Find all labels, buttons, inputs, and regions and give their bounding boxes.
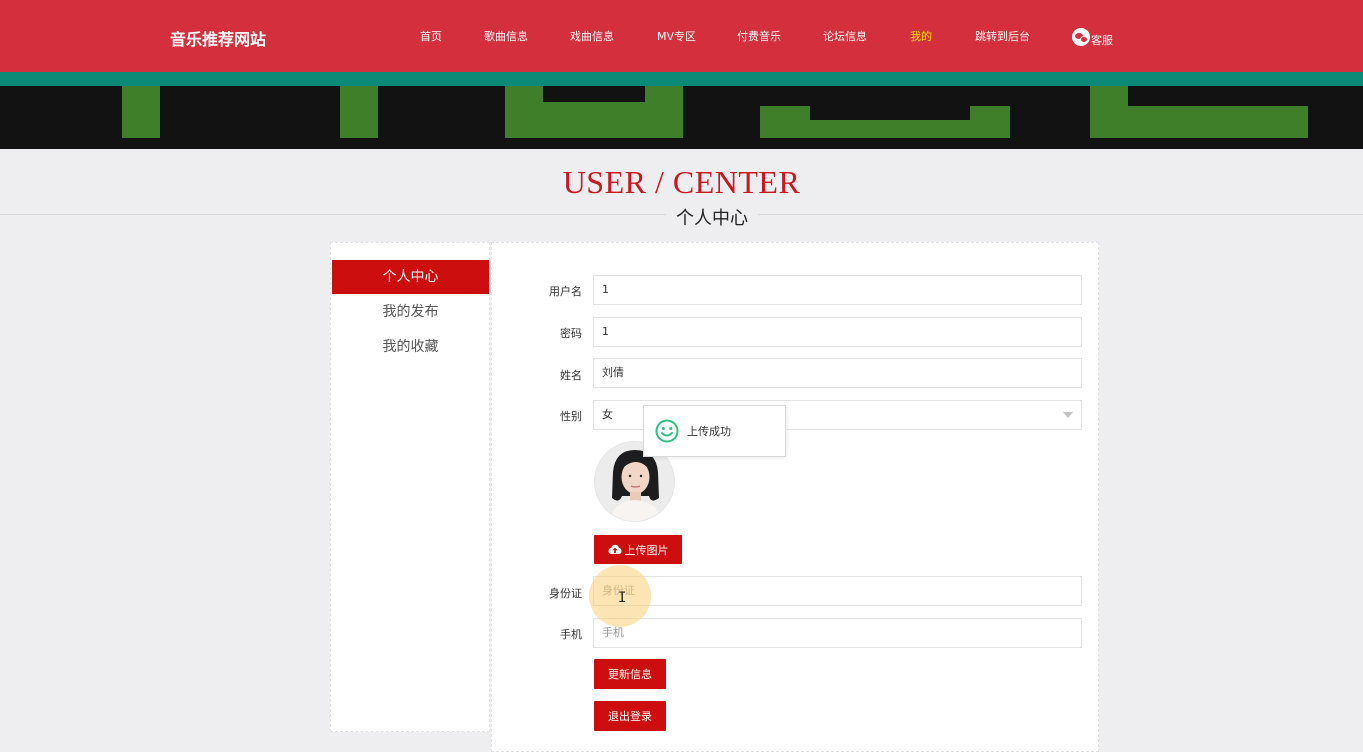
upload-success-toast: 上传成功 — [643, 405, 786, 457]
password-label: 密码 — [560, 327, 582, 340]
upload-image-button[interactable]: 上传图片 — [594, 535, 682, 564]
music-banner — [0, 86, 1363, 149]
id-card-label: 身份证 — [549, 587, 582, 600]
wechat-icon — [1072, 28, 1090, 46]
nav-paid-music[interactable]: 付费音乐 — [737, 28, 781, 44]
gender-label: 性别 — [560, 410, 582, 423]
toast-message: 上传成功 — [687, 425, 731, 438]
chevron-down-icon[interactable] — [1063, 412, 1073, 418]
phone-label: 手机 — [560, 628, 582, 641]
upload-image-label: 上传图片 — [624, 543, 669, 557]
username-label: 用户名 — [549, 285, 582, 298]
sidebar-item-my-posts[interactable]: 我的发布 — [332, 295, 489, 329]
nav-mine[interactable]: 我的 — [910, 28, 932, 44]
customer-service-link[interactable]: 客服 — [1072, 26, 1113, 48]
text-cursor-icon: I — [618, 590, 627, 606]
cloud-upload-icon — [608, 544, 621, 554]
name-label: 姓名 — [560, 369, 582, 382]
top-navbar: 音乐推荐网站 首页 歌曲信息 戏曲信息 MV专区 付费音乐 论坛信息 我的 跳转… — [0, 0, 1363, 72]
sidebar-item-favorites[interactable]: 我的收藏 — [332, 330, 489, 364]
header-accent-strip — [0, 72, 1363, 86]
update-info-button[interactable]: 更新信息 — [594, 659, 666, 689]
nav-mv[interactable]: MV专区 — [657, 28, 696, 44]
nav-opera[interactable]: 戏曲信息 — [570, 28, 614, 44]
site-title[interactable]: 音乐推荐网站 — [170, 26, 266, 50]
nav-forum[interactable]: 论坛信息 — [823, 28, 867, 44]
user-sidebar: 个人中心 我的发布 我的收藏 — [330, 242, 490, 732]
username-field[interactable]: 1 — [593, 275, 1082, 305]
section-subtitle: 个人中心 — [666, 204, 758, 230]
section-title: USER / CENTER — [562, 164, 801, 200]
customer-service-label: 客服 — [1091, 34, 1113, 47]
name-field[interactable]: 刘倩 — [593, 358, 1082, 388]
id-card-field[interactable]: 身份证 — [593, 576, 1082, 606]
nav-admin[interactable]: 跳转到后台 — [975, 28, 1030, 44]
logout-button[interactable]: 退出登录 — [594, 701, 666, 731]
phone-field[interactable]: 手机 — [593, 618, 1082, 648]
smile-icon — [655, 419, 679, 443]
nav-home[interactable]: 首页 — [420, 28, 442, 44]
password-field[interactable]: 1 — [593, 317, 1082, 347]
nav-songs[interactable]: 歌曲信息 — [484, 28, 528, 44]
sidebar-item-profile[interactable]: 个人中心 — [332, 260, 489, 294]
